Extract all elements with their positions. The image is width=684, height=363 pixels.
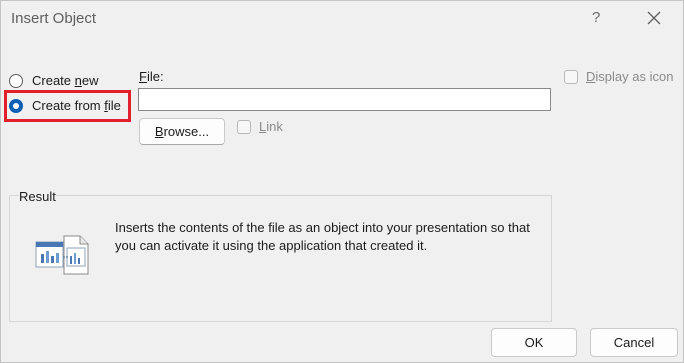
result-description: Inserts the contents of the file as an o… bbox=[115, 220, 530, 253]
title-bar: Insert Object ? bbox=[1, 1, 683, 39]
display-as-icon-label: Display as icon bbox=[586, 69, 674, 84]
display-as-icon-checkbox[interactable] bbox=[564, 69, 578, 84]
dialog-title: Insert Object bbox=[11, 10, 97, 27]
cancel-button[interactable]: Cancel bbox=[590, 328, 678, 357]
create-new-label: Create new bbox=[32, 73, 99, 88]
close-icon[interactable] bbox=[646, 10, 662, 26]
help-icon[interactable]: ? bbox=[592, 9, 600, 26]
result-group bbox=[9, 195, 552, 322]
create-new-radio[interactable] bbox=[9, 73, 23, 88]
display-as-icon-option[interactable]: Display as icon bbox=[564, 69, 673, 84]
file-label: File: bbox=[139, 69, 164, 84]
ok-button[interactable]: OK bbox=[491, 328, 577, 357]
selection-highlight bbox=[4, 90, 131, 122]
insert-object-dialog: Insert Object ? Create new Create from f… bbox=[0, 0, 684, 363]
link-checkbox-option[interactable]: Link bbox=[237, 119, 283, 134]
file-path-input[interactable] bbox=[138, 88, 551, 111]
create-new-radio-option[interactable]: Create new bbox=[9, 73, 99, 88]
link-label: Link bbox=[259, 119, 283, 134]
embedded-object-icon bbox=[35, 235, 89, 275]
result-label: Result bbox=[19, 189, 56, 204]
link-checkbox[interactable] bbox=[237, 119, 251, 134]
browse-button[interactable]: Browse... bbox=[139, 118, 225, 145]
